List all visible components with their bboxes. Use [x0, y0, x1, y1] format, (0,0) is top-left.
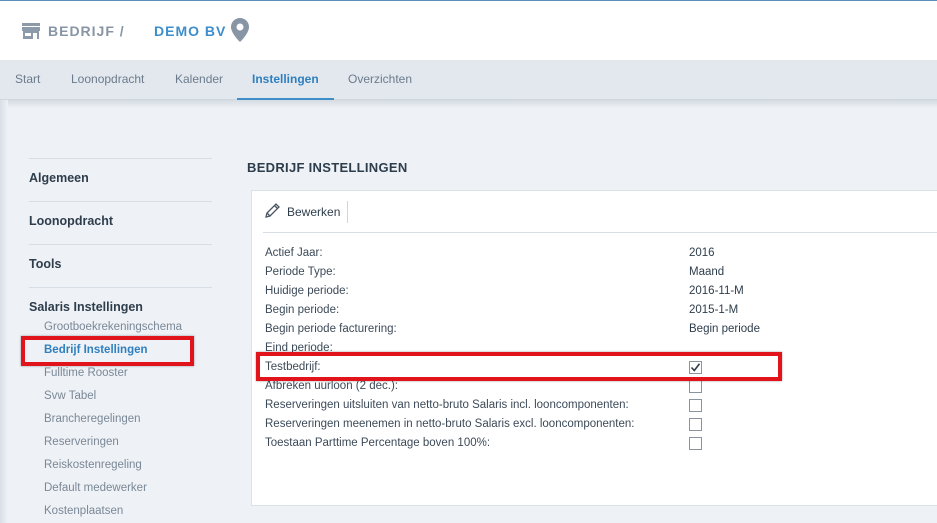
- field-value-periode-type: Maand: [689, 266, 725, 278]
- field-value-begin-periode-facturering: Begin periode: [689, 323, 760, 335]
- sidebar-item-reiskostenregeling[interactable]: Reiskostenregeling: [44, 459, 142, 471]
- sidebar-item-svw-tabel[interactable]: Svw Tabel: [44, 390, 96, 402]
- field-label-actief-jaar: Actief Jaar:: [265, 247, 323, 259]
- settings-panel: [251, 190, 937, 506]
- sidebar-item-grootboekrekeningschema[interactable]: Grootboekrekeningschema: [44, 321, 182, 333]
- company-name[interactable]: DEMO BV: [154, 23, 226, 39]
- field-label-reserveringen-meenemen: Reserveringen meenemen in netto-bruto Sa…: [265, 418, 635, 430]
- toestaan-parttime-checkbox[interactable]: [689, 437, 702, 450]
- sidebar-divider: [29, 158, 212, 159]
- sidebar-heading-salaris-instellingen[interactable]: Salaris Instellingen: [29, 300, 143, 314]
- highlight-bedrijf-instellingen: [21, 336, 194, 366]
- location-pin-icon[interactable]: [231, 18, 249, 42]
- highlight-testbedrijf-row: [256, 352, 782, 381]
- field-label-begin-periode-facturering: Begin periode facturering:: [265, 323, 397, 335]
- field-label-huidige-periode: Huidige periode:: [265, 285, 349, 297]
- sidebar-divider: [29, 201, 212, 202]
- sidebar-item-reserveringen[interactable]: Reserveringen: [44, 436, 119, 448]
- reserveringen-uitsluiten-checkbox[interactable]: [689, 399, 702, 412]
- field-label-begin-periode: Begin periode:: [265, 304, 340, 316]
- sidebar-heading-tools[interactable]: Tools: [29, 257, 61, 271]
- afbreken-uurloon-checkbox[interactable]: [689, 380, 702, 393]
- divider: [263, 232, 937, 233]
- reserveringen-meenemen-checkbox[interactable]: [689, 418, 702, 431]
- field-label-afbreken-uurloon: Afbreken uurloon (2 dec.):: [265, 380, 398, 392]
- field-value-actief-jaar: 2016: [689, 247, 715, 259]
- tab-instellingen[interactable]: Instellingen: [237, 60, 334, 100]
- page-title: BEDRIJF INSTELLINGEN: [247, 160, 408, 175]
- sidebar-divider: [29, 244, 212, 245]
- main-nav-tabs: Start Loonopdracht Kalender Instellingen…: [0, 60, 937, 100]
- sidebar-item-fulltime-rooster[interactable]: Fulltime Rooster: [44, 367, 128, 379]
- edit-button[interactable]: Bewerken: [264, 202, 340, 222]
- tab-overzichten[interactable]: Overzichten: [348, 60, 412, 100]
- store-icon: [22, 23, 40, 39]
- sidebar-item-kostenplaatsen[interactable]: Kostenplaatsen: [44, 505, 123, 517]
- sidebar-item-brancheregelingen[interactable]: Brancheregelingen: [44, 413, 141, 425]
- sidebar-heading-loonopdracht[interactable]: Loonopdracht: [29, 214, 113, 228]
- field-label-toestaan-parttime: Toestaan Parttime Percentage boven 100%:: [265, 437, 491, 449]
- field-value-begin-periode: 2015-1-M: [689, 304, 739, 316]
- sidebar-heading-algemeen[interactable]: Algemeen: [29, 171, 89, 185]
- pencil-icon: [264, 202, 281, 222]
- edit-button-label: Bewerken: [287, 205, 341, 219]
- sidebar-divider: [29, 287, 212, 288]
- field-value-huidige-periode: 2016-11-M: [689, 285, 744, 297]
- field-label-periode-type: Periode Type:: [265, 266, 336, 278]
- field-label-reserveringen-uitsluiten: Reserveringen uitsluiten van netto-bruto…: [265, 399, 629, 411]
- company-label: BEDRIJF /: [48, 23, 125, 39]
- sidebar-item-default-medewerker[interactable]: Default medewerker: [44, 482, 147, 494]
- top-header: BEDRIJF / DEMO BV: [0, 0, 937, 60]
- tab-loonopdracht[interactable]: Loonopdracht: [71, 60, 144, 100]
- tab-start[interactable]: Start: [15, 60, 40, 100]
- tab-kalender[interactable]: Kalender: [175, 60, 223, 100]
